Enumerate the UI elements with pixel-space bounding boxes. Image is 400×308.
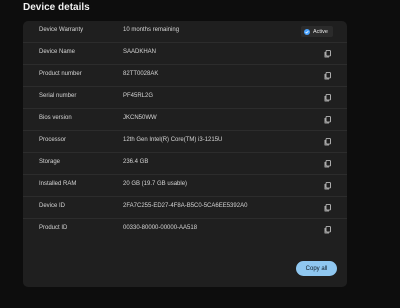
row-bios-version: Bios version JKCN50WW — [23, 109, 347, 131]
row-serial-number: Serial number PF45RL2G — [23, 87, 347, 109]
row-value: 2FA7C255-ED27-4F8A-B5C0-5CA6EE5392A0 — [123, 203, 248, 209]
copy-icon[interactable] — [324, 182, 331, 190]
copy-all-button[interactable]: Copy all — [296, 261, 337, 276]
copy-icon[interactable] — [324, 226, 331, 234]
row-device-warranty: Device Warranty 10 months remaining Acti… — [23, 21, 347, 43]
row-value: 236.4 GB — [123, 159, 149, 165]
status-badge: Active — [301, 26, 333, 37]
row-value: 10 months remaining — [123, 27, 180, 33]
device-details-panel: Device Warranty 10 months remaining Acti… — [23, 21, 347, 287]
row-label: Installed RAM — [39, 181, 77, 187]
row-label: Product number — [39, 71, 82, 77]
row-label: Device ID — [39, 203, 66, 209]
row-value: 00330-80000-00000-AA518 — [123, 225, 198, 231]
copy-icon[interactable] — [324, 72, 331, 80]
row-label: Bios version — [39, 115, 72, 121]
device-details-page: Device details Device Warranty 10 months… — [0, 0, 400, 308]
row-label: Device Warranty — [39, 27, 84, 33]
row-label: Serial number — [39, 93, 77, 99]
row-value: SAADKHAN — [123, 49, 157, 55]
copy-icon[interactable] — [324, 116, 331, 124]
row-value: 82TT0028AK — [123, 71, 159, 77]
row-value: 20 GB (19.7 GB usable) — [123, 181, 188, 187]
row-label: Processor — [39, 137, 67, 143]
row-processor: Processor 12th Gen Intel(R) Core(TM) i3-… — [23, 131, 347, 153]
row-label: Storage — [39, 159, 61, 165]
status-badge-label: Active — [313, 28, 328, 35]
row-value: 12th Gen Intel(R) Core(TM) i3-1215U — [123, 137, 223, 143]
details-list: Device Warranty 10 months remaining Acti… — [23, 21, 347, 241]
check-circle-icon — [304, 28, 311, 35]
row-product-number: Product number 82TT0028AK — [23, 65, 347, 87]
page-title: Device details — [23, 2, 90, 13]
copy-icon[interactable] — [324, 138, 331, 146]
copy-icon[interactable] — [324, 160, 331, 168]
row-device-id: Device ID 2FA7C255-ED27-4F8A-B5C0-5CA6EE… — [23, 197, 347, 219]
row-device-name: Device Name SAADKHAN — [23, 43, 347, 65]
copy-icon[interactable] — [324, 204, 331, 212]
row-installed-ram: Installed RAM 20 GB (19.7 GB usable) — [23, 175, 347, 197]
row-storage: Storage 236.4 GB — [23, 153, 347, 175]
copy-icon[interactable] — [324, 50, 331, 58]
row-label: Device Name — [39, 49, 76, 55]
row-label: Product ID — [39, 225, 68, 231]
row-product-id: Product ID 00330-80000-00000-AA518 — [23, 219, 347, 241]
copy-icon[interactable] — [324, 94, 331, 102]
row-value: PF45RL2G — [123, 93, 154, 99]
row-value: JKCN50WW — [123, 115, 157, 121]
